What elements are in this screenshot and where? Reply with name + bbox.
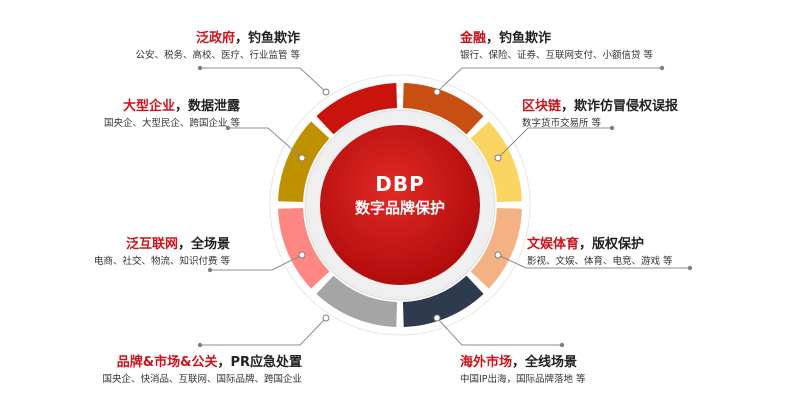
connector-dot-blockchain	[494, 154, 502, 162]
label-internet-title: 泛互联网，全场景	[94, 236, 230, 253]
label-internet: 泛互联网，全场景 电商、社交、物流、知识付费 等	[94, 236, 230, 269]
label-enterprise-sub: 国央企、大型民企、跨国企业 等	[103, 118, 240, 129]
label-blockchain-sub: 数字货币交易所 等	[522, 118, 602, 129]
label-enterprise-highlight: 大型企业	[122, 99, 175, 114]
connector-line-brand	[200, 317, 327, 346]
connector-dot-enterprise	[298, 154, 306, 162]
label-internet-sub: 电商、社交、物流、知识付费 等	[93, 256, 230, 267]
label-entertainment-highlight: 文娱体育	[527, 237, 580, 252]
label-finance-title: 金融，钓鱼欺诈	[460, 30, 653, 47]
label-brand-highlight: 品牌&市场&公关	[116, 355, 218, 370]
center-subtitle: 数字品牌保护	[354, 199, 445, 217]
label-overseas-sub: 中国IP出海，国际品牌落地 等	[460, 374, 586, 385]
center-label: DBP 数字品牌保护	[330, 172, 470, 218]
label-brand-title: 品牌&市场&公关，PR应急处置	[102, 354, 302, 371]
connector-dot-entertainment	[494, 251, 502, 259]
label-overseas-title: 海外市场，全线场景	[460, 354, 586, 371]
connector-dot-brand	[197, 342, 203, 348]
label-entertainment-title: 文娱体育，版权保护	[527, 236, 673, 253]
label-entertainment-sub: 影视、文娱、体育、电竞、游戏 等	[527, 256, 673, 267]
label-brand-rest: ，PR应急处置	[217, 355, 302, 370]
label-gov-sub: 公安、税务、高校、医疗、行业监管 等	[135, 50, 300, 61]
connector-dot-internet	[298, 251, 306, 259]
connector-dot-overseas	[559, 342, 565, 348]
label-blockchain: 区块链，欺诈仿冒侵权误报 数字货币交易所 等	[522, 98, 678, 131]
label-finance-sub: 银行、保险、证券、互联网支付、小额信贷 等	[460, 50, 654, 61]
label-blockchain-title: 区块链，欺诈仿冒侵权误报	[522, 98, 678, 115]
label-gov-highlight: 泛政府	[195, 31, 235, 46]
label-overseas-highlight: 海外市场	[460, 355, 513, 370]
label-enterprise-rest: ，数据泄露	[174, 99, 240, 114]
label-brand: 品牌&市场&公关，PR应急处置 国央企、快消品、互联网、国际品牌、跨国企业	[102, 354, 302, 387]
connector-dot-entertainment	[687, 265, 693, 271]
connector-dot-brand	[322, 314, 330, 322]
label-entertainment: 文娱体育，版权保护 影视、文娱、体育、电竞、游戏 等	[527, 236, 673, 269]
label-enterprise-title: 大型企业，数据泄露	[104, 98, 240, 115]
connector-line-finance	[436, 67, 662, 93]
connector-dot-overseas	[433, 314, 441, 322]
label-brand-sub: 国央企、快消品、互联网、国际品牌、跨国企业	[102, 374, 302, 385]
connector-line-gov	[200, 67, 327, 93]
label-finance-rest: ，钓鱼欺诈	[486, 31, 552, 46]
label-entertainment-rest: ，版权保护	[579, 237, 645, 252]
connector-dot-finance	[433, 88, 441, 96]
label-overseas: 海外市场，全线场景 中国IP出海，国际品牌落地 等	[460, 354, 586, 387]
label-blockchain-highlight: 区块链	[522, 99, 562, 114]
label-overseas-rest: ，全线场景	[512, 355, 578, 370]
label-gov: 泛政府，钓鱼欺诈 公安、税务、高校、医疗、行业监管 等	[135, 30, 300, 63]
label-finance-highlight: 金融	[460, 31, 487, 46]
label-finance: 金融，钓鱼欺诈 银行、保险、证券、互联网支付、小额信贷 等	[460, 30, 653, 63]
label-internet-highlight: 泛互联网	[125, 237, 178, 252]
label-blockchain-rest: ，欺诈仿冒侵权误报	[561, 99, 679, 114]
connector-dot-gov	[197, 65, 203, 71]
label-gov-title: 泛政府，钓鱼欺诈	[135, 30, 300, 47]
center-title: DBP	[375, 172, 425, 196]
label-internet-rest: ，全场景	[177, 237, 230, 252]
connector-dot-gov	[322, 88, 330, 96]
label-enterprise: 大型企业，数据泄露 国央企、大型民企、跨国企业 等	[104, 98, 240, 131]
connector-dot-finance	[659, 65, 665, 71]
label-gov-rest: ，钓鱼欺诈	[234, 31, 300, 46]
